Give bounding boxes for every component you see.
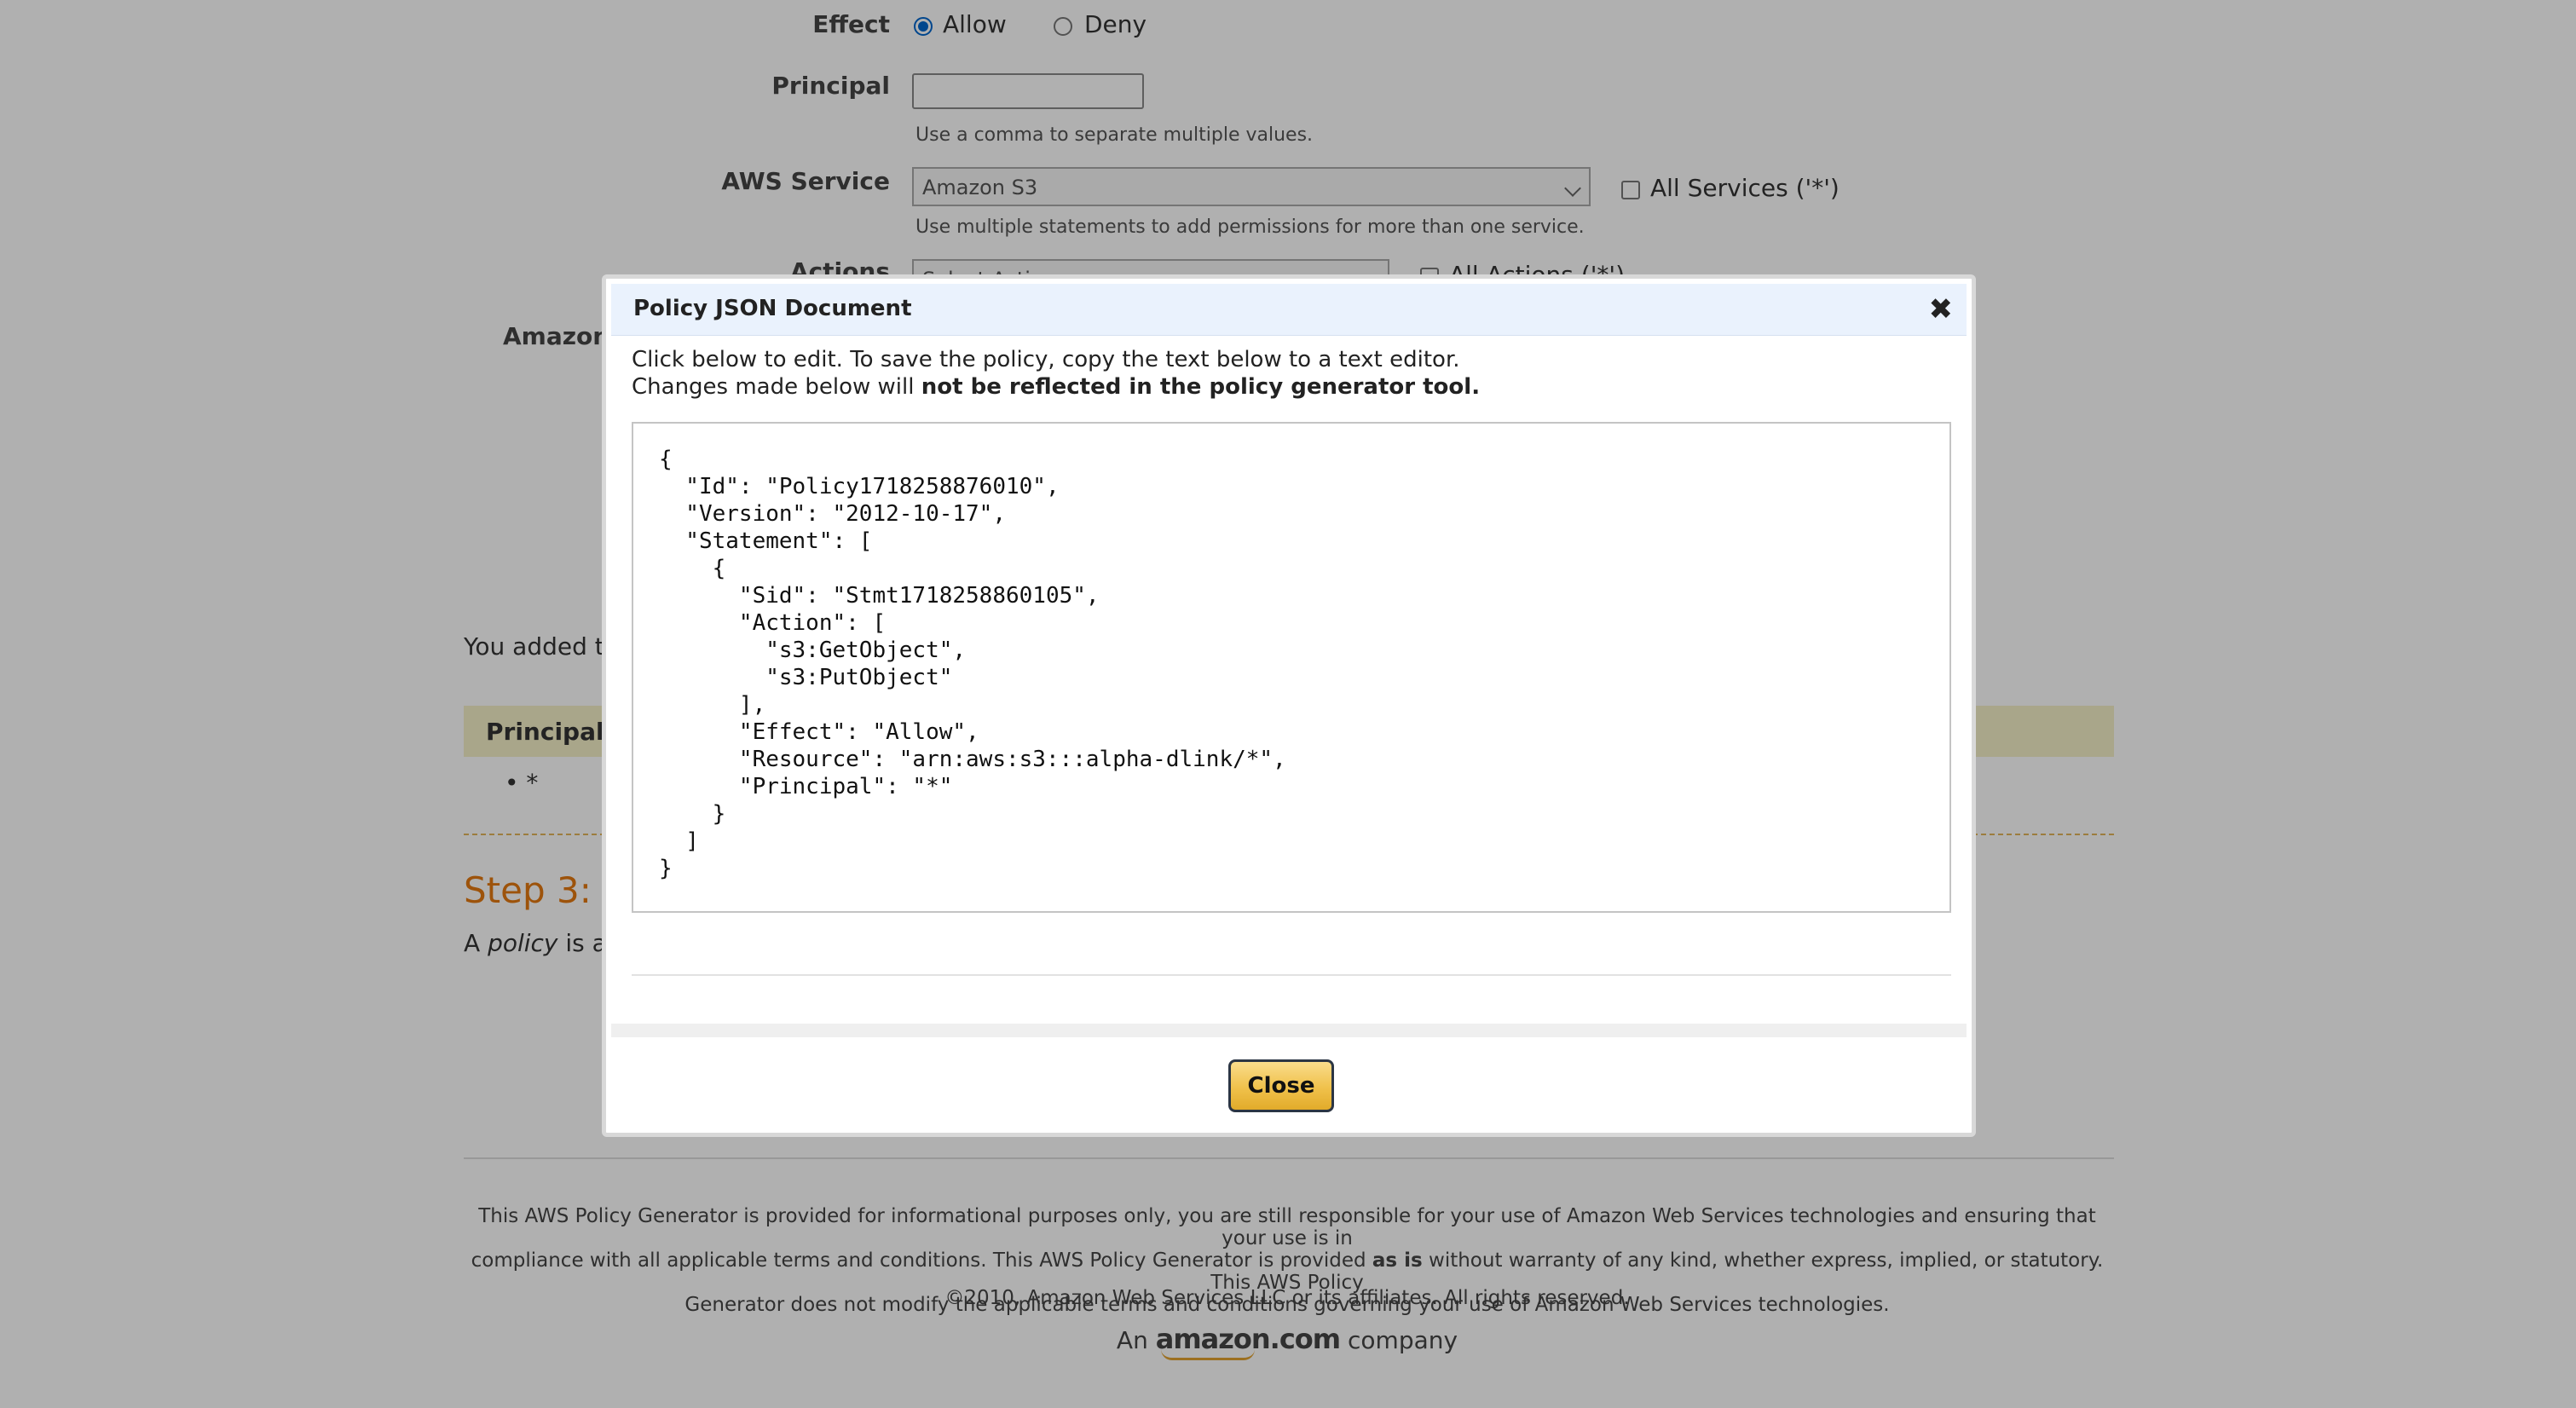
intro-bold: not be reflected in the policy generator… [921,374,1481,400]
close-icon[interactable]: ✖ [1929,292,1954,326]
modal-intro-line-2: Changes made below will not be reflected… [632,374,1480,400]
modal-header: Policy JSON Document ✖ [611,284,1967,336]
modal-separator [632,974,1951,976]
close-button[interactable]: Close [1228,1059,1334,1112]
modal-scroll-region [611,1024,1967,1037]
intro-prefix: Changes made below will [632,374,921,400]
policy-json-text[interactable]: { "Id": "Policy1718258876010", "Version"… [659,446,1286,882]
policy-json-editor[interactable]: { "Id": "Policy1718258876010", "Version"… [632,422,1951,913]
modal-title: Policy JSON Document [633,296,912,321]
modal-intro-line-1: Click below to edit. To save the policy,… [632,347,1460,372]
policy-json-modal: Policy JSON Document ✖ Click below to ed… [602,274,1976,1137]
